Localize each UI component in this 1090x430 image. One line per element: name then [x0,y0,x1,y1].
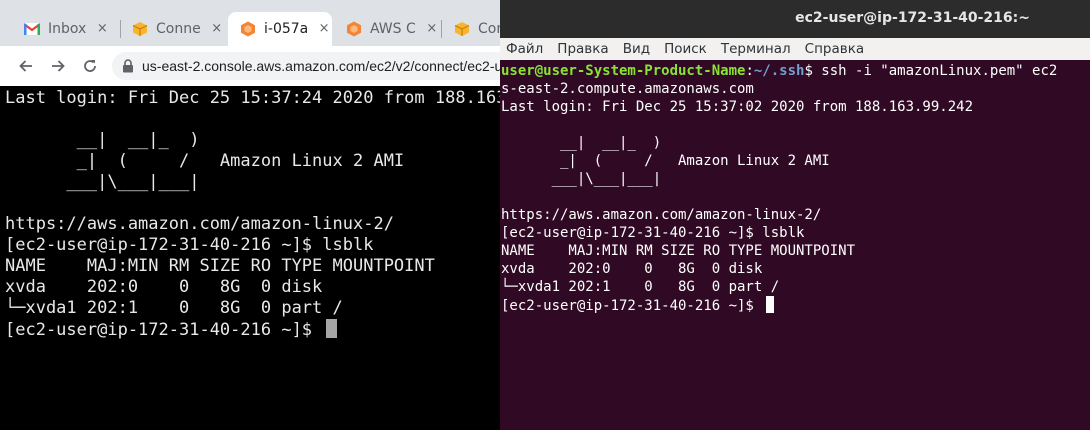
terminal-command-line: user@user-System-Product-Name:~/.ssh$ ss… [501,62,1057,80]
address-bar[interactable]: us-east-2.console.aws.amazon.com/ec2/v2/… [112,52,500,80]
terminal-window: ec2-user@ip-172-31-40-216:~ Файл Правка … [500,0,1090,430]
prompt-command: $ ssh -i "amazonLinux.pem" ec2 [804,63,1058,79]
menu-terminal[interactable]: Терминал [714,41,798,57]
terminal-line: s-east-2.compute.amazonaws.com [501,81,754,97]
tab-label: Con [478,21,500,37]
tab-label: i-057a [264,21,309,37]
menu-search[interactable]: Поиск [657,41,714,57]
back-button[interactable] [14,54,38,78]
tab-label: Inbox [48,21,87,37]
terminal-line: └─xvda1 202:1 0 8G 0 part / [5,298,343,318]
aws-box-icon [132,21,148,37]
close-icon[interactable]: × [316,21,332,37]
aws-box-icon [454,21,470,37]
terminal-line: xvda 202:0 0 8G 0 disk [5,277,323,297]
gmail-icon [24,21,40,37]
menu-view[interactable]: Вид [616,41,657,57]
aws-ec2-icon [346,21,362,37]
terminal-line: [ec2-user@ip-172-31-40-216 ~]$ lsblk [501,225,805,241]
tab-gmail-inbox[interactable]: Inbox × [12,12,116,46]
terminal-line: _| ( / Amazon Linux 2 AMI [501,153,830,169]
terminal-line: Last login: Fri Dec 25 15:37:02 2020 fro… [501,99,974,115]
url-text: us-east-2.console.aws.amazon.com/ec2/v2/… [142,58,500,74]
terminal-line: Last login: Fri Dec 25 15:37:24 2020 fro… [5,88,500,108]
reload-button[interactable] [78,54,102,78]
terminal-line: _| ( / Amazon Linux 2 AMI [5,151,405,171]
aws-ec2-icon [240,21,256,37]
terminal-prompt: [ec2-user@ip-172-31-40-216 ~]$ [5,320,323,340]
terminal-line: └─xvda1 202:1 0 8G 0 part / [501,279,780,295]
tab-connect[interactable]: Conne × [120,12,226,46]
forward-button[interactable] [46,54,70,78]
terminal-line: https://aws.amazon.com/amazon-linux-2/ [501,207,822,223]
terminal-cursor [766,296,775,313]
terminal-line: https://aws.amazon.com/amazon-linux-2/ [5,214,394,234]
tab-label: AWS C [370,21,416,37]
prompt-separator: : [745,63,754,79]
lock-icon [122,58,134,74]
browser-toolbar: us-east-2.console.aws.amazon.com/ec2/v2/… [0,46,500,86]
terminal-line: __| __|_ ) [5,130,200,150]
menu-bar: Файл Правка Вид Поиск Терминал Справка [500,38,1090,60]
tab-strip: Inbox × Conne × i-057a × AWS C × Co [0,0,500,46]
terminal-line: [ec2-user@ip-172-31-40-216 ~]$ lsblk [5,235,374,255]
title-bar[interactable]: ec2-user@ip-172-31-40-216:~ [500,0,1090,38]
window-title: ec2-user@ip-172-31-40-216:~ [795,10,1030,26]
close-icon[interactable]: × [94,21,110,37]
tab-instance-active[interactable]: i-057a × [228,12,332,46]
terminal-line: ___|\___|___| [5,172,200,192]
terminal-line: NAME MAJ:MIN RM SIZE RO TYPE MOUNTPOINT [5,256,435,276]
browser-terminal[interactable]: Last login: Fri Dec 25 15:37:24 2020 fro… [0,86,500,430]
close-icon[interactable]: × [424,21,440,37]
menu-help[interactable]: Справка [798,41,871,57]
menu-file[interactable]: Файл [500,41,550,57]
tab-connect-2[interactable]: Con [442,12,500,46]
prompt-user: user@user-System-Product-Name [501,63,746,79]
terminal-cursor [326,319,338,338]
browser-window: Inbox × Conne × i-057a × AWS C × Co us-e… [0,0,500,430]
tab-aws-console[interactable]: AWS C × [334,12,440,46]
menu-edit[interactable]: Правка [550,41,615,57]
terminal-line: ___|\___|___| [501,171,662,187]
terminal-line: xvda 202:0 0 8G 0 disk [501,261,763,277]
terminal-line: NAME MAJ:MIN RM SIZE RO TYPE MOUNTPOINT [501,243,856,259]
terminal-prompt-line: [ec2-user@ip-172-31-40-216 ~]$ [5,319,338,340]
close-icon[interactable]: × [209,21,225,37]
forward-arrow-icon [52,60,65,72]
terminal-line: __| __|_ ) [501,135,662,151]
terminal-body[interactable]: user@user-System-Product-Name:~/.ssh$ ss… [500,60,1090,430]
terminal-prompt-line: [ec2-user@ip-172-31-40-216 ~]$ [501,296,775,314]
terminal-prompt: [ec2-user@ip-172-31-40-216 ~]$ [501,298,763,314]
back-arrow-icon [19,60,32,72]
prompt-path: ~/.ssh [753,63,805,79]
tab-label: Conne [156,21,201,37]
reload-icon [84,60,96,72]
